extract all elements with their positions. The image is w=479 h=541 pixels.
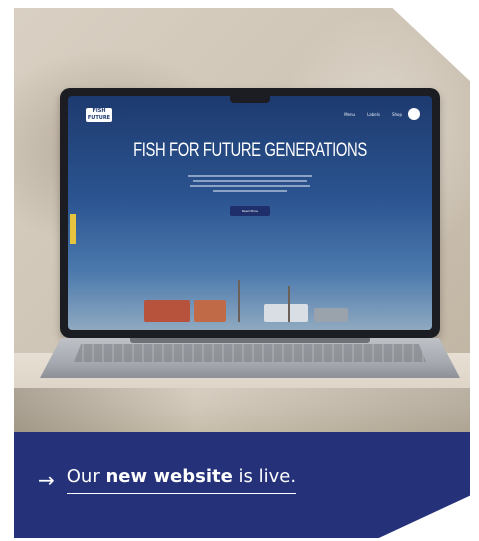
- boat: [194, 300, 226, 322]
- nav-item-labels[interactable]: Labels: [367, 112, 380, 117]
- table-shadow: [14, 388, 470, 438]
- banner-text-bold: new website: [105, 466, 233, 487]
- hero-description: [188, 172, 312, 195]
- laptop-keyboard: [74, 344, 426, 362]
- feedback-tab[interactable]: [70, 214, 76, 244]
- circle-icon[interactable]: [408, 108, 420, 120]
- arrow-right-icon: →: [38, 468, 55, 492]
- camera-notch: [230, 96, 270, 103]
- banner-text-after: is live.: [232, 466, 297, 487]
- laptop-hinge: [130, 338, 370, 343]
- boat-mast: [238, 280, 240, 322]
- boat: [264, 304, 308, 322]
- site-logo-text: FISH FUTURE: [87, 108, 111, 121]
- laptop-lid: FISH FUTURE Menu Labels Shop FISH FOR FU…: [60, 88, 440, 338]
- banner-link[interactable]: Our new website is live.: [66, 466, 297, 494]
- boat: [144, 300, 190, 322]
- nav-item-shop[interactable]: Shop: [392, 112, 402, 117]
- promo-card: FISH FUTURE Menu Labels Shop FISH FOR FU…: [0, 0, 479, 541]
- boat: [314, 308, 348, 322]
- laptop-screen: FISH FUTURE Menu Labels Shop FISH FOR FU…: [68, 96, 432, 330]
- hero-button[interactable]: Read More: [230, 206, 270, 216]
- site-nav: Menu Labels Shop: [344, 112, 402, 117]
- hero-title: FISH FOR FUTURE GENERATIONS: [133, 140, 367, 161]
- banner-text-before: Our: [66, 466, 106, 487]
- site-logo[interactable]: FISH FUTURE: [86, 108, 112, 122]
- nav-item-menu[interactable]: Menu: [344, 112, 355, 117]
- banner-link-row[interactable]: → Our new website is live.: [38, 466, 297, 494]
- harbour-boats: [138, 274, 368, 322]
- boat-mast: [288, 286, 290, 322]
